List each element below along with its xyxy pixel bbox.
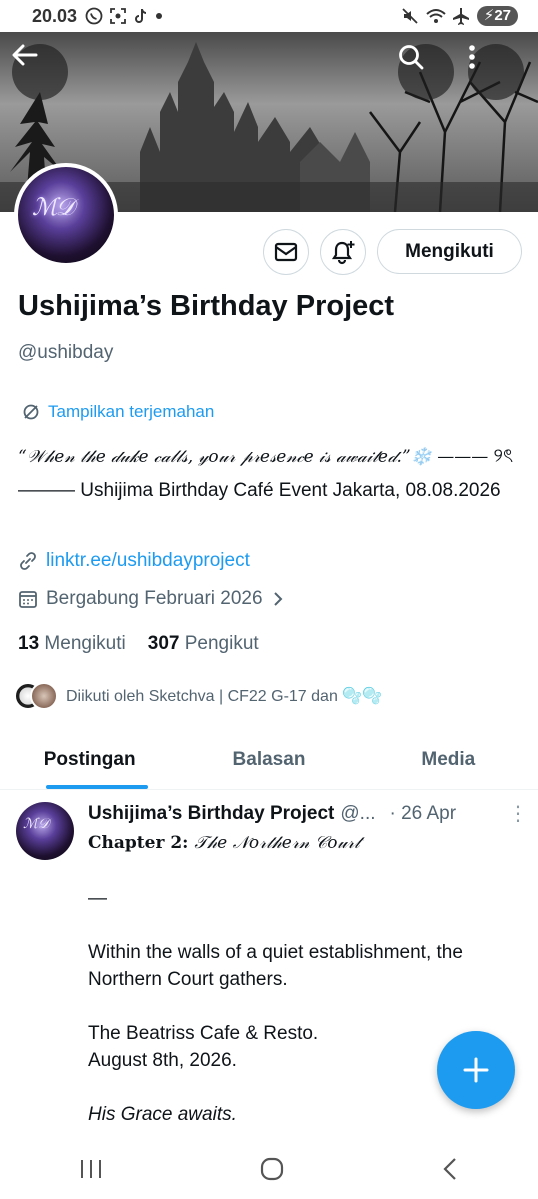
chevron-right-icon	[273, 592, 282, 606]
following-count-link[interactable]: 13 Mengikuti	[18, 633, 126, 655]
calendar-icon	[19, 591, 37, 608]
following-label: Mengikuti	[44, 633, 126, 654]
following-button[interactable]: Mengikuti	[377, 229, 522, 274]
back-nav-icon[interactable]	[440, 1156, 460, 1182]
followed-by-text: Diikuti oleh Sketchva | CF22 G-17 dan 🫧🫧	[66, 688, 383, 705]
message-button[interactable]	[263, 229, 309, 275]
follow-counts: 13 Mengikuti 307 Pengikut	[18, 633, 259, 655]
plus-icon	[463, 1057, 489, 1083]
screenshot-icon	[110, 8, 126, 24]
bio-quote: “𝒲𝒽𝑒𝓃 𝓉𝒽𝑒 𝒹𝓊𝓀𝑒 𝒸𝒶𝓁𝓁𝓈, 𝓎𝑜𝓊𝓇 𝓅𝓇𝑒𝓈𝑒𝓃𝒸𝑒 𝒾𝓈 𝒶…	[18, 447, 489, 467]
status-time: 20.03	[32, 5, 78, 26]
whatsapp-icon	[85, 7, 103, 25]
joined-date[interactable]: Bergabung Februari 2026	[18, 588, 285, 610]
bell-plus-icon	[331, 241, 355, 265]
followers-count-link[interactable]: 307 Pengikut	[148, 633, 259, 655]
status-bar: 20.03 ⚡27	[0, 0, 538, 32]
profile-handle: @ushibday	[18, 342, 114, 363]
profile-name: Ushijima’s Birthday Project	[18, 290, 395, 322]
more-options-button[interactable]	[468, 44, 524, 100]
battery-level: 27	[494, 7, 511, 24]
joined-label: Bergabung Februari 2026	[46, 588, 263, 609]
followers-label: Pengikut	[184, 633, 259, 654]
dot-icon	[156, 13, 163, 19]
profile-bio: “𝒲𝒽𝑒𝓃 𝓉𝒽𝑒 𝒹𝓊𝓀𝑒 𝒸𝒶𝓁𝓁𝓈, 𝓎𝑜𝓊𝓇 𝓅𝓇𝑒𝓈𝑒𝓃𝒸𝑒 𝒾𝓈 𝒶…	[18, 440, 518, 508]
translate-icon	[23, 404, 39, 420]
profile-link-text[interactable]: linktr.ee/ushibdayproject	[46, 550, 250, 572]
profile-tabs: Postingan Balasan Media	[0, 730, 538, 790]
post-avatar-monogram-image: ℳ𝒟	[23, 816, 50, 832]
back-arrow-icon	[12, 44, 38, 66]
system-nav-bar	[0, 1138, 538, 1199]
post-author-handle[interactable]: @...	[340, 803, 375, 825]
tab-media[interactable]: Media	[359, 730, 538, 789]
post-more-icon[interactable]: ⋮	[508, 801, 528, 826]
tiktok-icon	[135, 8, 147, 23]
translate-label: Tampilkan terjemahan	[48, 402, 215, 421]
followed-by-row[interactable]: Diikuti oleh Sketchva | CF22 G-17 dan 🫧🫧	[14, 682, 382, 710]
following-count: 13	[18, 633, 40, 654]
profile-avatar[interactable]: ℳ𝒟	[14, 163, 118, 267]
battery-icon: ⚡27	[476, 6, 518, 26]
post-chapter-title: 𝒯𝒽𝑒 𝒩𝑜𝓇𝓉𝒽𝑒𝓇𝓃 𝒞𝑜𝓊𝓇𝓉	[194, 833, 360, 853]
post-line-1: Within the walls of a quiet establishmen…	[88, 942, 463, 990]
mail-icon	[274, 242, 298, 262]
post-chapter-label: Chapter 2:	[88, 833, 189, 853]
post-header: Ushijima’s Birthday Project @... · 26 Ap…	[88, 801, 528, 826]
search-icon	[399, 45, 424, 70]
profile-link[interactable]: linktr.ee/ushibdayproject	[18, 550, 250, 572]
more-vertical-icon	[469, 45, 475, 69]
airplane-icon	[452, 8, 469, 25]
notify-button[interactable]	[320, 229, 366, 275]
follower-avatar	[30, 682, 58, 710]
post-dash: —	[88, 888, 107, 909]
search-button[interactable]	[398, 44, 454, 100]
link-icon	[20, 552, 36, 570]
followers-count: 307	[147, 633, 180, 654]
translate-link[interactable]: Tampilkan terjemahan	[22, 402, 214, 422]
home-icon[interactable]	[259, 1156, 285, 1182]
back-button[interactable]	[12, 44, 68, 100]
post-author-avatar[interactable]: ℳ𝒟	[16, 802, 74, 860]
compose-button[interactable]	[437, 1031, 515, 1109]
mute-icon	[402, 8, 418, 24]
avatar-monogram-image: ℳ𝒟	[32, 193, 75, 221]
post-author-name[interactable]: Ushijima’s Birthday Project	[88, 803, 334, 825]
post-date[interactable]: · 26 Apr	[390, 803, 457, 825]
wifi-icon	[426, 9, 446, 23]
post-chapter: Chapter 2: 𝒯𝒽𝑒 𝒩𝑜𝓇𝓉𝒽𝑒𝓇𝓃 𝒞𝑜𝓊𝓇𝓉	[88, 830, 524, 857]
tab-posts[interactable]: Postingan	[0, 730, 179, 789]
recent-apps-icon[interactable]	[78, 1158, 104, 1180]
tab-replies[interactable]: Balasan	[179, 730, 358, 789]
